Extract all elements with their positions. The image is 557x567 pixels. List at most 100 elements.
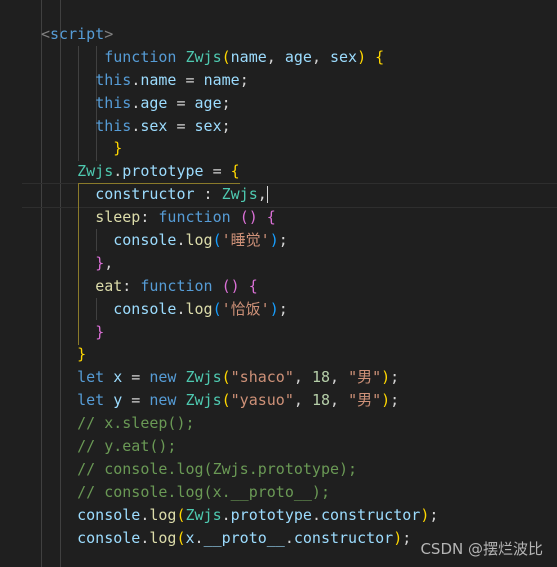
code-token: } bbox=[95, 322, 105, 341]
code-token: "男" bbox=[348, 391, 382, 410]
code-token: Zwjs bbox=[185, 47, 222, 66]
code-line[interactable]: <script> bbox=[41, 23, 438, 46]
code-token: < bbox=[41, 25, 51, 43]
code-line[interactable]: // y.eat(); bbox=[41, 435, 438, 458]
code-line[interactable]: sleep: function () { bbox=[41, 206, 438, 229]
code-token: let bbox=[77, 368, 114, 387]
code-token: console bbox=[77, 505, 141, 524]
code-token: ; bbox=[221, 116, 231, 135]
code-token: { bbox=[375, 47, 385, 66]
code-line[interactable]: constructor : Zwjs, bbox=[41, 183, 438, 206]
code-token: x bbox=[185, 528, 195, 547]
code-token: script bbox=[50, 25, 105, 43]
text-cursor bbox=[266, 186, 268, 204]
code-token: name bbox=[203, 70, 240, 89]
code-editor[interactable]: <script> function Zwjs(name, age, sex) {… bbox=[0, 0, 557, 567]
code-token: = bbox=[122, 368, 150, 387]
code-line[interactable]: console.log(Zwjs.prototype.constructor); bbox=[41, 504, 438, 527]
code-token: } bbox=[113, 139, 123, 158]
code-token: , bbox=[330, 391, 349, 410]
code-token: 18 bbox=[311, 391, 330, 410]
code-token: = bbox=[167, 93, 195, 112]
code-token: 18 bbox=[311, 368, 330, 387]
code-line[interactable]: } bbox=[41, 137, 438, 160]
code-line[interactable]: console.log(x.__proto__.constructor); bbox=[41, 527, 438, 550]
code-token: console bbox=[113, 231, 177, 250]
code-token: . bbox=[284, 528, 294, 547]
code-line[interactable]: } bbox=[41, 343, 438, 366]
code-token: Zwjs bbox=[185, 505, 222, 524]
code-line[interactable]: function Zwjs(name, age, sex) { bbox=[41, 46, 438, 69]
code-token: this bbox=[95, 70, 132, 89]
code-token: __proto__ bbox=[203, 528, 285, 547]
code-line[interactable]: // console.log(Zwjs.prototype); bbox=[41, 458, 438, 481]
code-token: = bbox=[167, 116, 195, 135]
code-token: ( bbox=[176, 528, 186, 547]
code-token: ; bbox=[390, 368, 400, 387]
code-line[interactable]: console.log('恰饭'); bbox=[41, 298, 438, 321]
code-token: ; bbox=[278, 231, 288, 250]
code-token: age bbox=[140, 93, 168, 112]
code-token: sex bbox=[194, 116, 222, 135]
code-line[interactable]: this.name = name; bbox=[41, 69, 438, 92]
code-token: Zwjs bbox=[185, 391, 222, 410]
code-line[interactable]: this.age = age; bbox=[41, 92, 438, 115]
code-content[interactable]: <script> function Zwjs(name, age, sex) {… bbox=[41, 23, 438, 549]
code-token: () bbox=[221, 276, 240, 295]
code-token: ) bbox=[269, 231, 279, 250]
code-token: ( bbox=[212, 299, 222, 318]
code-token: console bbox=[113, 299, 177, 318]
code-line[interactable]: Zwjs.prototype = { bbox=[41, 160, 438, 183]
code-line[interactable]: }, bbox=[41, 252, 438, 275]
code-token: log bbox=[149, 528, 177, 547]
code-token: constructor bbox=[320, 505, 421, 524]
code-token: ( bbox=[212, 231, 222, 250]
code-token: ( bbox=[221, 368, 231, 387]
code-line[interactable]: let y = new Zwjs("yasuo", 18, "男"); bbox=[41, 389, 438, 412]
code-token: = bbox=[203, 162, 231, 181]
code-token: function bbox=[140, 276, 222, 295]
code-token: constructor bbox=[95, 185, 195, 204]
watermark: CSDN @摆烂波比 bbox=[420, 540, 543, 558]
code-line[interactable]: eat: function () { bbox=[41, 275, 438, 298]
code-token: x bbox=[113, 368, 123, 387]
code-line[interactable]: // x.sleep(); bbox=[41, 412, 438, 435]
code-token: , bbox=[311, 47, 330, 66]
code-token: ; bbox=[221, 93, 231, 112]
code-token: { bbox=[248, 276, 258, 295]
code-token: this bbox=[95, 93, 132, 112]
code-token: age bbox=[194, 93, 222, 112]
code-token: , bbox=[266, 47, 285, 66]
code-token: . bbox=[176, 299, 186, 318]
code-token: "yasuo" bbox=[230, 391, 294, 410]
code-token: ) bbox=[420, 505, 430, 524]
code-token: ) bbox=[381, 368, 391, 387]
code-line[interactable]: } bbox=[41, 321, 438, 344]
code-line[interactable]: this.sex = sex; bbox=[41, 115, 438, 138]
code-token: ) bbox=[393, 528, 403, 547]
code-token: sex bbox=[140, 116, 168, 135]
code-token: name bbox=[230, 47, 267, 66]
code-line[interactable]: console.log('睡觉'); bbox=[41, 229, 438, 252]
code-line[interactable]: let x = new Zwjs("shaco", 18, "男"); bbox=[41, 366, 438, 389]
code-token: ) bbox=[357, 47, 367, 66]
code-token: . bbox=[221, 505, 231, 524]
code-token: , bbox=[293, 368, 312, 387]
code-line[interactable]: // console.log(x.__proto__); bbox=[41, 481, 438, 504]
code-token: new bbox=[149, 368, 186, 387]
